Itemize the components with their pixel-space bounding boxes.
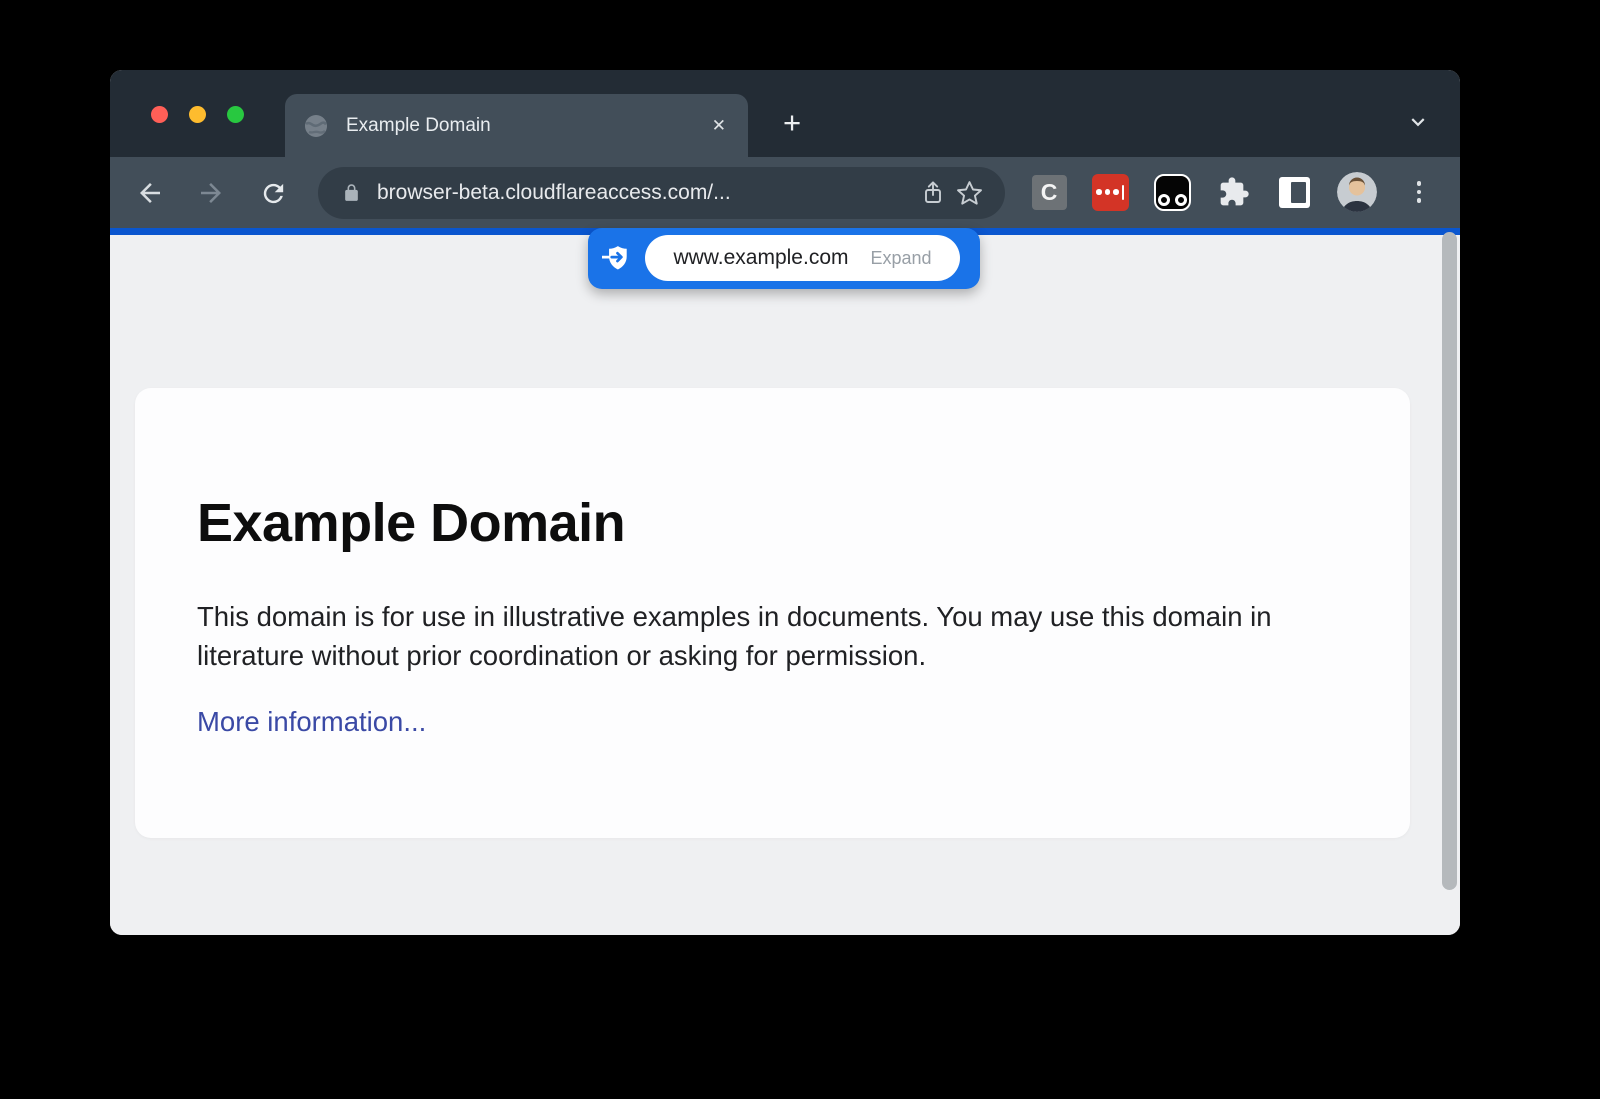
extension-c-label: C <box>1032 175 1067 210</box>
expand-button[interactable]: Expand <box>871 248 932 269</box>
isolation-host-pill[interactable]: www.example.com Expand <box>645 235 960 281</box>
three-dots-glyph <box>1417 181 1422 203</box>
tab-close-icon[interactable]: ✕ <box>708 113 730 138</box>
traffic-light-close-icon[interactable] <box>151 106 168 123</box>
new-tab-button[interactable]: + <box>773 103 811 141</box>
scrollbar-thumb[interactable] <box>1442 232 1457 890</box>
tab-title: Example Domain <box>346 115 708 137</box>
isolation-banner[interactable]: www.example.com Expand <box>588 228 980 289</box>
active-tab[interactable]: Example Domain ✕ <box>285 94 748 157</box>
browser-window: Example Domain ✕ + brows <box>110 70 1460 935</box>
desktop-background: Example Domain ✕ + brows <box>0 0 1600 1099</box>
reload-button[interactable] <box>255 175 291 211</box>
share-icon[interactable] <box>915 175 951 211</box>
page-title: Example Domain <box>197 492 1348 554</box>
profile-avatar[interactable] <box>1335 170 1379 214</box>
avatar-image <box>1337 172 1377 212</box>
url-text[interactable]: browser-beta.cloudflareaccess.com/... <box>377 181 915 205</box>
extension-lastpass-icon[interactable] <box>1088 170 1132 214</box>
chevron-down-icon[interactable] <box>1400 104 1436 140</box>
extensions-puzzle-icon[interactable] <box>1212 170 1256 214</box>
web-page-viewport: Example Domain This domain is for use in… <box>110 235 1460 935</box>
tab-strip: Example Domain ✕ + <box>110 70 1460 157</box>
extension-c-icon[interactable]: C <box>1027 170 1071 214</box>
isolated-hostname: www.example.com <box>673 246 848 270</box>
shield-arrow-icon <box>602 244 632 272</box>
more-information-link[interactable]: More information... <box>197 706 426 738</box>
binoculars-lens-icon <box>1154 174 1191 211</box>
traffic-light-minimize-icon[interactable] <box>189 106 206 123</box>
forward-button[interactable] <box>193 175 229 211</box>
extension-binoculars-icon[interactable] <box>1150 170 1194 214</box>
traffic-light-zoom-icon[interactable] <box>227 106 244 123</box>
lastpass-dots-icon <box>1092 174 1129 211</box>
content-card: Example Domain This domain is for use in… <box>135 388 1410 838</box>
side-panel-icon[interactable] <box>1272 170 1316 214</box>
address-bar[interactable]: browser-beta.cloudflareaccess.com/... <box>318 167 1005 219</box>
lock-icon[interactable] <box>340 175 362 211</box>
page-paragraph: This domain is for use in illustrative e… <box>197 598 1347 675</box>
browser-toolbar: browser-beta.cloudflareaccess.com/... C <box>110 157 1460 228</box>
globe-favicon-icon <box>303 113 329 139</box>
bookmark-star-icon[interactable] <box>951 175 987 211</box>
kebab-menu-icon[interactable] <box>1397 170 1441 214</box>
side-panel-glyph <box>1279 177 1310 208</box>
back-button[interactable] <box>132 175 168 211</box>
